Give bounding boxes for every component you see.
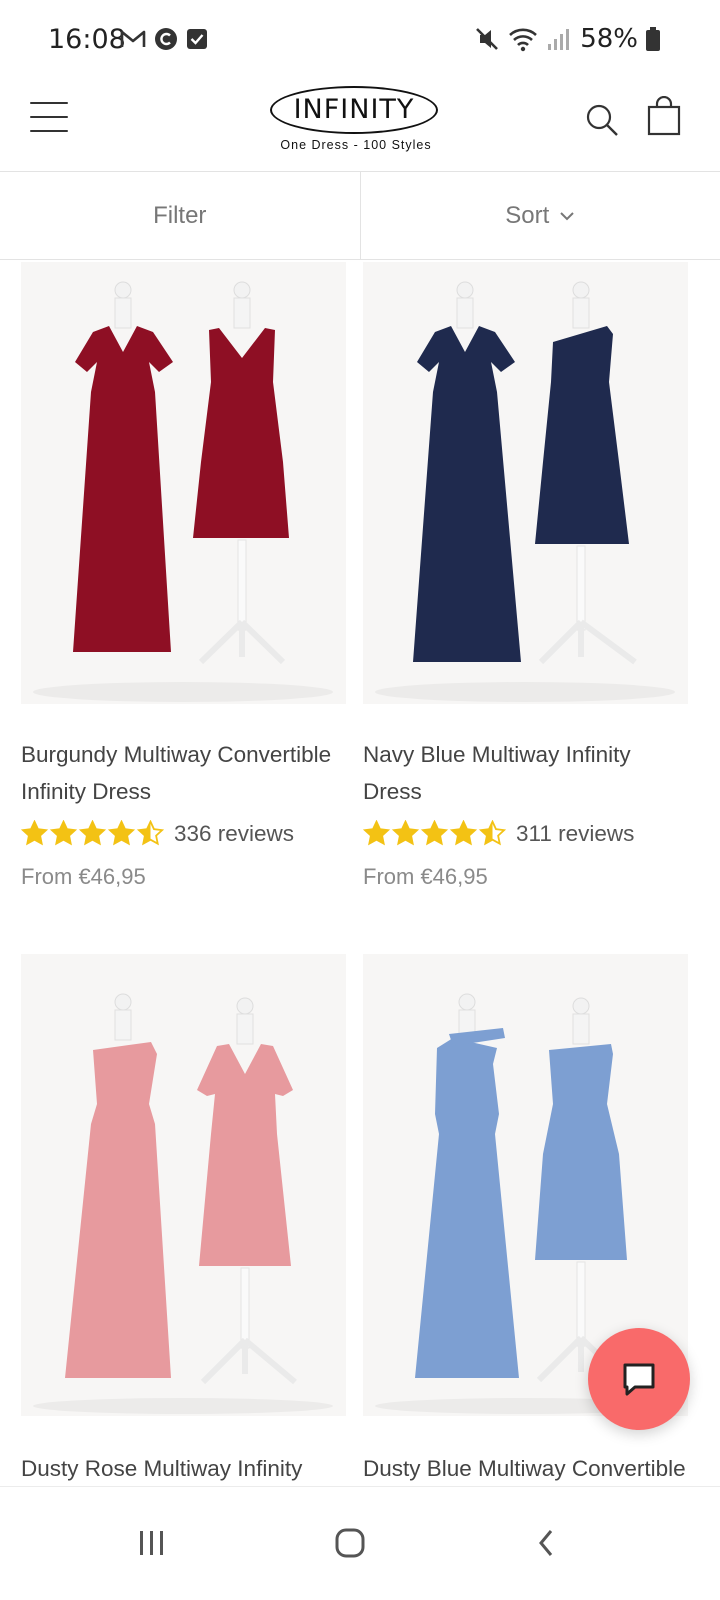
product-image[interactable] bbox=[21, 262, 346, 704]
search-icon bbox=[586, 104, 618, 136]
system-nav-bar bbox=[0, 1486, 720, 1600]
product-price: From €46,95 bbox=[363, 864, 488, 889]
product-rating: 311 reviews bbox=[363, 820, 634, 847]
star-rating bbox=[21, 820, 164, 847]
cart-button[interactable] bbox=[646, 95, 682, 136]
shopping-bag-icon bbox=[647, 95, 681, 136]
chevron-down-icon bbox=[560, 211, 574, 220]
menu-icon[interactable] bbox=[30, 102, 68, 132]
home-icon bbox=[335, 1528, 365, 1558]
product-card[interactable]: Dusty Rose Multiway Infinity bbox=[21, 954, 346, 1481]
status-time: 16:08 bbox=[48, 24, 126, 55]
product-card[interactable]: Burgundy Multiway Convertible Infinity D… bbox=[21, 262, 346, 902]
c-app-icon bbox=[155, 28, 177, 50]
product-title[interactable]: Burgundy Multiway Convertible Infinity D… bbox=[21, 736, 351, 810]
star-rating bbox=[363, 820, 506, 847]
product-title[interactable]: Navy Blue Multiway Infinity Dress bbox=[363, 736, 693, 810]
logo-text: INFINITY bbox=[293, 94, 415, 125]
mute-icon bbox=[476, 28, 499, 50]
product-price: From €46,95 bbox=[21, 864, 146, 889]
back-button[interactable] bbox=[516, 1513, 576, 1573]
product-title[interactable]: Dusty Blue Multiway Convertible bbox=[363, 1450, 693, 1487]
chat-button[interactable] bbox=[588, 1328, 690, 1430]
filter-sort-bar: Filter Sort bbox=[0, 172, 720, 260]
search-button[interactable] bbox=[584, 102, 620, 138]
recent-apps-icon bbox=[140, 1531, 163, 1555]
star-icon bbox=[363, 820, 390, 846]
filter-button[interactable]: Filter bbox=[0, 172, 360, 259]
logo-tagline: One Dress - 100 Styles bbox=[280, 138, 432, 152]
star-icon bbox=[50, 820, 77, 846]
sort-label: Sort bbox=[505, 201, 550, 229]
status-bar: 16:08 58% bbox=[0, 0, 720, 80]
battery-percent: 58% bbox=[580, 24, 638, 54]
star-icon bbox=[108, 820, 135, 846]
dress-long bbox=[73, 326, 173, 652]
signal-icon bbox=[548, 29, 570, 50]
star-icon bbox=[79, 820, 106, 846]
site-logo[interactable]: INFINITY One Dress - 100 Styles bbox=[270, 84, 442, 158]
home-button[interactable] bbox=[320, 1513, 380, 1573]
filter-label: Filter bbox=[153, 201, 207, 229]
product-image[interactable] bbox=[363, 262, 688, 704]
star-icon bbox=[137, 820, 164, 846]
site-header: INFINITY One Dress - 100 Styles bbox=[0, 80, 720, 172]
star-icon bbox=[421, 820, 448, 846]
product-card[interactable]: Navy Blue Multiway Infinity Dress 311 re… bbox=[363, 262, 688, 902]
wifi-icon bbox=[509, 28, 538, 52]
star-icon bbox=[450, 820, 477, 846]
back-icon bbox=[539, 1530, 553, 1556]
star-icon bbox=[21, 820, 48, 846]
product-rating: 336 reviews bbox=[21, 820, 294, 847]
gmail-icon bbox=[120, 30, 146, 47]
recent-apps-button[interactable] bbox=[122, 1513, 182, 1573]
star-icon bbox=[392, 820, 419, 846]
checkbox-icon bbox=[187, 29, 207, 49]
sort-button[interactable]: Sort bbox=[359, 172, 720, 259]
product-title[interactable]: Dusty Rose Multiway Infinity bbox=[21, 1450, 351, 1487]
product-image[interactable] bbox=[21, 954, 346, 1416]
chat-icon bbox=[623, 1363, 655, 1396]
review-count: 336 reviews bbox=[174, 820, 295, 846]
star-icon bbox=[479, 820, 506, 846]
review-count: 311 reviews bbox=[516, 820, 635, 846]
battery-icon bbox=[646, 27, 660, 51]
